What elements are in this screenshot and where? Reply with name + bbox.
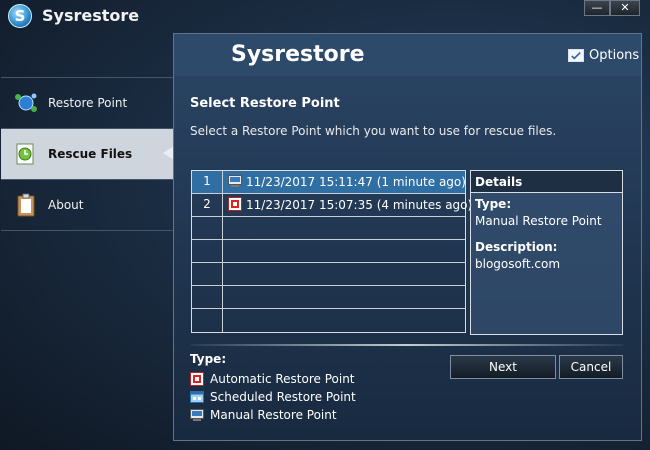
details-header: Details <box>471 171 622 193</box>
automatic-restore-icon <box>190 372 204 386</box>
manual-restore-icon <box>228 175 242 187</box>
legend-label: Automatic Restore Point <box>210 372 355 386</box>
scheduled-restore-icon <box>190 391 204 403</box>
restore-point-list: 1 11/23/2017 15:11:47 (1 minute ago) 2 1… <box>191 170 472 333</box>
details-description-value: blogosoft.com <box>475 257 561 271</box>
sidebar-item-about[interactable]: About <box>1 180 173 231</box>
next-button[interactable]: Next <box>450 355 556 379</box>
close-button[interactable]: ✕ <box>610 0 640 16</box>
app-logo-icon: S <box>8 4 32 28</box>
clock-file-icon <box>16 143 34 165</box>
globe-network-icon <box>15 93 37 112</box>
details-type-label: Type: <box>475 197 512 211</box>
sidebar-item-label: About <box>48 198 84 212</box>
legend-label: Manual Restore Point <box>210 408 337 422</box>
table-row[interactable]: 1 11/23/2017 15:11:47 (1 minute ago) <box>192 171 466 194</box>
divider <box>190 344 623 346</box>
sidebar-item-label: Restore Point <box>48 96 128 110</box>
sidebar-item-restore-point[interactable]: Restore Point <box>1 78 173 129</box>
clipboard-icon <box>17 193 35 217</box>
sidebar-item-rescue-files[interactable]: Rescue Files <box>1 129 173 180</box>
restore-point-date: 11/23/2017 15:11:47 (1 minute ago) <box>246 175 466 189</box>
legend-label: Scheduled Restore Point <box>210 390 356 404</box>
sidebar: Restore Point Rescue Files About <box>1 77 173 232</box>
section-title: Select Restore Point <box>190 96 340 111</box>
details-description-label: Description: <box>475 240 558 254</box>
panel-header: Sysrestore Options <box>174 34 641 76</box>
options-label: Options <box>589 48 640 63</box>
sidebar-item-label: Rescue Files <box>48 147 133 161</box>
section-description: Select a Restore Point which you want to… <box>190 124 557 138</box>
table-row-empty <box>192 217 465 240</box>
cancel-button[interactable]: Cancel <box>559 355 623 379</box>
row-number: 2 <box>192 194 223 216</box>
table-row[interactable]: 2 11/23/2017 15:07:35 (4 minutes ago) <box>192 194 472 217</box>
details-type-value: Manual Restore Point <box>475 214 602 228</box>
manual-restore-icon <box>190 409 204 421</box>
checkbox-options-icon <box>568 49 584 62</box>
table-row-empty <box>192 309 465 332</box>
details-title: Details <box>475 175 523 189</box>
minimize-button[interactable]: — <box>584 0 610 16</box>
table-row-empty <box>192 286 465 309</box>
window-title: Sysrestore <box>42 6 140 25</box>
legend-title: Type: <box>190 352 227 366</box>
details-panel: Details Type: Manual Restore Point Descr… <box>470 170 623 335</box>
restore-point-date: 11/23/2017 15:07:35 (4 minutes ago) <box>246 198 473 212</box>
table-row-empty <box>192 240 465 263</box>
main-panel: Sysrestore Options Select Restore Point … <box>173 33 642 441</box>
title-bar: S Sysrestore — ✕ <box>0 0 650 32</box>
table-row-empty <box>192 263 465 286</box>
row-number: 1 <box>192 171 223 193</box>
automatic-restore-icon <box>228 197 242 211</box>
panel-title: Sysrestore <box>231 42 365 67</box>
